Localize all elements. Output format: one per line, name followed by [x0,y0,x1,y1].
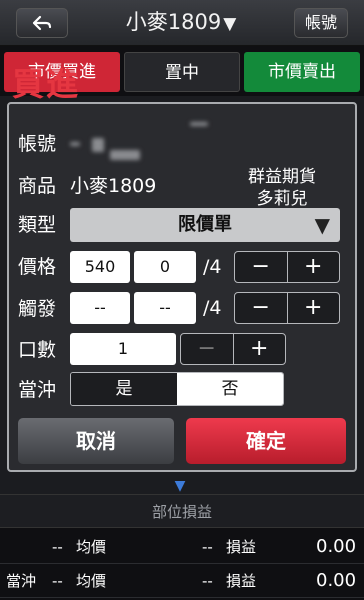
price-denominator: /4 [203,256,222,278]
pl-value: -- [202,538,213,556]
watermark-line-1: 群益期貨 [248,167,316,187]
dialog-title: 買進 [12,65,81,103]
day-trade-position-row: 當沖 -- 均價 -- 損益 0.00 [0,564,364,598]
product-title-text: 小麥1809 [125,10,222,34]
quantity-input[interactable]: 1 [70,333,176,365]
price-plus-button[interactable]: + [286,252,340,282]
pl-amount: 0.00 [316,536,357,557]
cancel-button[interactable]: 取消 [18,418,174,464]
confirm-button[interactable]: 確定 [186,418,346,464]
price-input[interactable]: 540 [70,251,130,283]
dropdown-arrow-icon: ▼ [314,213,330,237]
account-button[interactable]: 帳號 [294,8,348,38]
day-trade-toggle: 是 否 [70,372,284,406]
watermark-text: 群益期貨 多莉兒 [222,166,342,210]
order-type-select[interactable]: 限價單 ▼ [70,208,340,242]
avg-price-label: 均價 [76,538,107,556]
market-sell-button[interactable]: 市價賣出 [244,52,360,92]
trigger-label: 觸發 [18,298,57,320]
order-type-value: 限價單 [178,214,232,235]
quantity-stepper: − + [180,333,286,365]
center-button[interactable]: 置中 [124,52,240,92]
trigger-input[interactable]: -- [70,292,130,324]
account-label: 帳號 [18,133,57,155]
trigger-minus-button[interactable]: − [235,293,287,323]
trigger-plus-button[interactable]: + [286,293,340,323]
back-arrow-icon [32,15,52,31]
pl-amount: 0.00 [316,570,357,591]
pl-value: -- [202,572,213,590]
type-label: 類型 [18,214,57,236]
day-trade-no-option[interactable]: 否 [177,373,283,405]
position-row: -- 均價 -- 損益 0.00 [0,530,364,564]
top-bar: 小麥1809 ▼ 帳號 [0,0,364,46]
product-value: 小麥1809 [70,175,157,197]
avg-price-value: -- [52,538,63,556]
price-stepper: − + [234,251,340,283]
day-trade-label: 當沖 [18,379,57,401]
avg-price-label: 均價 [76,572,107,590]
quantity-plus-button[interactable]: + [232,334,286,364]
position-panel-title[interactable]: 部位損益 [0,494,364,528]
panel-handle-icon[interactable]: ▼ [170,478,190,494]
pl-label: 損益 [226,538,257,556]
trigger-stepper: − + [234,292,340,324]
price-minus-button[interactable]: − [235,252,287,282]
price-fraction-input[interactable]: 0 [134,251,196,283]
avg-price-value: -- [52,572,63,590]
price-label: 價格 [18,256,57,278]
quantity-label: 口數 [18,339,57,361]
day-trade-yes-option[interactable]: 是 [71,373,177,405]
product-label: 商品 [18,175,57,197]
trigger-fraction-input[interactable]: -- [134,292,196,324]
product-title[interactable]: 小麥1809 ▼ [96,6,266,38]
back-button[interactable] [16,8,68,38]
trigger-denominator: /4 [203,297,222,319]
account-value-redacted [70,122,220,170]
pl-label: 損益 [226,572,257,590]
dropdown-triangle-icon: ▼ [223,14,237,34]
row-label: 當沖 [6,572,37,590]
watermark-line-2: 多莉兒 [256,189,308,209]
quantity-minus-button[interactable]: − [181,334,233,364]
